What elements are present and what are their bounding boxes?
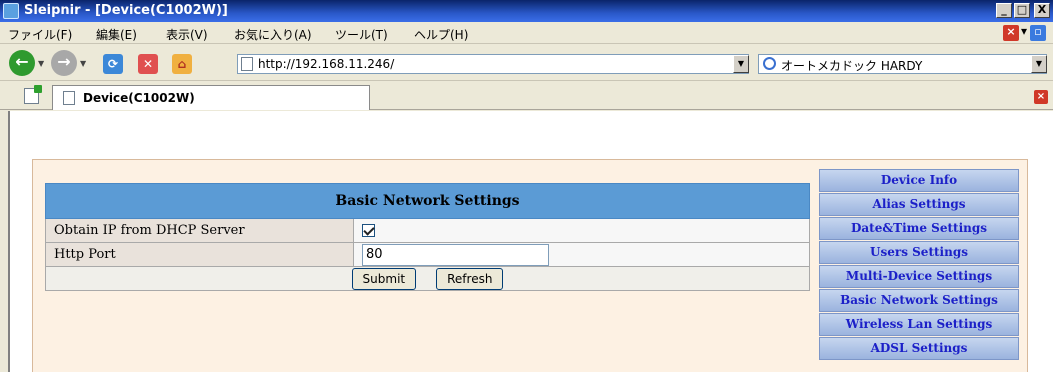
tab-bar: Device(C1002W) × (0, 82, 1053, 110)
search-dropdown-button[interactable]: ▼ (1031, 55, 1047, 73)
menu-help[interactable]: ヘルプ(H) (414, 26, 468, 43)
page-icon (241, 57, 253, 71)
submit-button[interactable]: Submit (351, 267, 417, 290)
stop-icon[interactable]: ✕ (138, 54, 158, 74)
reload-icon[interactable]: ⟳ (103, 54, 123, 74)
search-box[interactable]: オートメカドック HARDY ▼ (758, 54, 1047, 74)
app-icon (3, 3, 19, 19)
home-icon[interactable]: ⌂ (172, 54, 192, 74)
nav-multi-device-settings[interactable]: Multi-Device Settings (819, 265, 1019, 288)
tab-close-icon[interactable]: × (1034, 90, 1048, 104)
address-url: http://192.168.11.246/ (258, 57, 395, 71)
menu-favorites[interactable]: お気に入り(A) (234, 26, 312, 43)
table-row: Submit Refresh (45, 266, 810, 291)
page-icon (63, 91, 75, 105)
menu-view[interactable]: 表示(V) (166, 26, 208, 43)
menu-file[interactable]: ファイル(F) (8, 26, 72, 43)
search-icon (763, 57, 776, 70)
new-tab-icon[interactable] (24, 85, 42, 104)
dhcp-checkbox[interactable] (362, 224, 375, 237)
search-engine-label: オートメカドック HARDY (781, 59, 923, 73)
close-tab-icon[interactable]: × (1003, 25, 1019, 41)
title-bar: Sleipnir - [Device(C1002W)] _ □ X (0, 0, 1053, 22)
close-button[interactable]: X (1034, 3, 1050, 18)
browser-window: Sleipnir - [Device(C1002W)] _ □ X ファイル(F… (0, 0, 1053, 372)
menu-tools[interactable]: ツール(T) (335, 26, 388, 43)
settings-nav: Device Info Alias Settings Date&Time Set… (819, 169, 1019, 361)
tab-device[interactable]: Device(C1002W) (52, 85, 370, 110)
nav-basic-network-settings[interactable]: Basic Network Settings (819, 289, 1019, 312)
navigation-toolbar: ← ▼ → ▼ ⟳ ✕ ⌂ http://192.168.11.246/ ▼ オ… (0, 45, 1053, 81)
nav-date-time-settings[interactable]: Date&Time Settings (819, 217, 1019, 240)
http-port-cell (353, 242, 810, 267)
refresh-button[interactable]: Refresh (436, 267, 504, 290)
tab-title: Device(C1002W) (83, 91, 195, 105)
address-dropdown-button[interactable]: ▼ (733, 55, 749, 73)
http-port-input[interactable] (362, 243, 549, 266)
minimize-button[interactable]: _ (996, 3, 1012, 18)
actions-cell: Submit Refresh (45, 266, 810, 291)
forward-dropdown-icon[interactable]: ▼ (80, 59, 86, 68)
nav-alias-settings[interactable]: Alias Settings (819, 193, 1019, 216)
page-content: Basic Network Settings Obtain IP from DH… (8, 111, 1053, 372)
table-row: Http Port (45, 242, 810, 267)
back-icon[interactable]: ← (9, 50, 35, 76)
nav-device-info[interactable]: Device Info (819, 169, 1019, 192)
section-header: Basic Network Settings (45, 183, 810, 219)
restore-tab-icon[interactable]: ▫ (1030, 25, 1046, 41)
dropdown-arrow-icon[interactable]: ▾ (1021, 24, 1027, 38)
dhcp-cell (353, 218, 810, 243)
dhcp-label: Obtain IP from DHCP Server (45, 218, 354, 243)
menu-edit[interactable]: 編集(E) (96, 26, 137, 43)
address-bar[interactable]: http://192.168.11.246/ ▼ (237, 54, 749, 74)
forward-icon[interactable]: → (51, 50, 77, 76)
table-row: Obtain IP from DHCP Server (45, 218, 810, 243)
network-settings-table: Basic Network Settings Obtain IP from DH… (45, 183, 810, 291)
settings-frame: Basic Network Settings Obtain IP from DH… (32, 159, 1028, 372)
http-port-label: Http Port (45, 242, 354, 267)
back-dropdown-icon[interactable]: ▼ (38, 59, 44, 68)
window-title: Sleipnir - [Device(C1002W)] (24, 3, 228, 18)
menu-bar: ファイル(F) 編集(E) 表示(V) お気に入り(A) ツール(T) ヘルプ(… (0, 22, 1053, 44)
nav-wireless-lan-settings[interactable]: Wireless Lan Settings (819, 313, 1019, 336)
maximize-button[interactable]: □ (1014, 3, 1030, 18)
nav-adsl-settings[interactable]: ADSL Settings (819, 337, 1019, 360)
nav-users-settings[interactable]: Users Settings (819, 241, 1019, 264)
